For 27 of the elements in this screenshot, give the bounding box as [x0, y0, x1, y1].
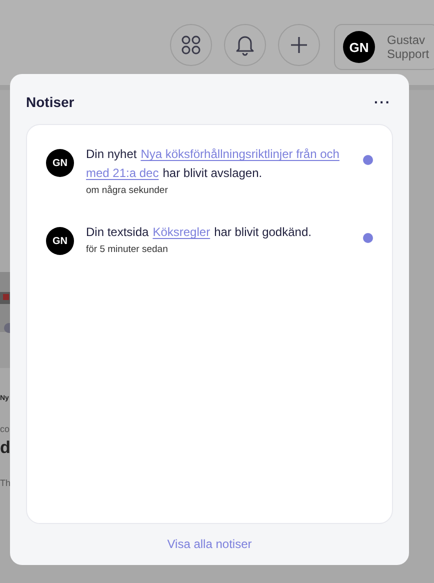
notification-link[interactable]: med 21:a dec [86, 164, 159, 183]
notification-text: har blivit avslagen. [162, 165, 262, 182]
user-menu[interactable]: GN Gustav Support [334, 24, 434, 70]
user-name: Gustav [387, 33, 426, 47]
plus-icon [290, 36, 308, 54]
page-text: d [0, 438, 10, 458]
bell-icon [235, 34, 255, 56]
notification-link[interactable]: Nya köksförhållningsriktlinjer från och [140, 145, 340, 164]
notification-time: för 5 minuter sedan [86, 244, 169, 255]
apps-icon [180, 34, 202, 56]
avatar: GN [46, 227, 74, 255]
user-avatar: GN [343, 31, 375, 63]
panel-title: Notiser [26, 94, 74, 110]
page-text: co [0, 424, 10, 434]
add-button[interactable] [278, 24, 320, 66]
avatar: GN [46, 149, 74, 177]
apps-button[interactable] [170, 24, 212, 66]
notification-link[interactable]: Köksregler [152, 223, 210, 242]
notifications-button[interactable] [224, 24, 266, 66]
user-role: Support [387, 47, 430, 61]
notification-text: Din textsida [86, 224, 149, 241]
notification-text: har blivit godkänd. [214, 224, 312, 241]
more-button[interactable]: ··· [372, 94, 393, 110]
notification-time: om några sekunder [86, 185, 169, 196]
page-text: Th [0, 478, 10, 488]
notification-text: Din nyhet [86, 146, 137, 163]
view-all-link[interactable]: Visa alla notiser [167, 537, 252, 551]
